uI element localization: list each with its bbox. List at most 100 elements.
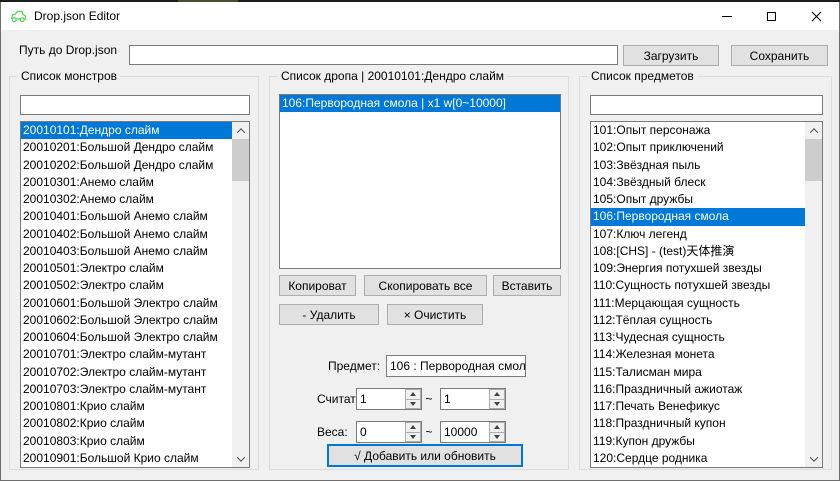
path-input[interactable] <box>129 45 618 65</box>
spinner-up-icon <box>410 425 416 429</box>
scroll-up-button[interactable] <box>232 122 249 139</box>
delete-button[interactable]: - Удалить <box>279 304 379 325</box>
spinner-up-button[interactable] <box>489 389 505 400</box>
list-item[interactable]: 101:Опыт персонажа <box>591 122 805 139</box>
list-item[interactable]: 20010501:Электро слайм <box>21 260 232 277</box>
list-item[interactable]: 20010402:Большой Анемо слайм <box>21 226 232 243</box>
monsters-scrollbar[interactable] <box>232 122 249 467</box>
list-item[interactable]: 20010701:Электро слайм-мутант <box>21 346 232 363</box>
list-item[interactable]: 20010802:Крио слайм <box>21 415 232 432</box>
list-item[interactable]: 109:Энергия потухшей звезды <box>591 260 805 277</box>
count-min-value[interactable]: 1 <box>357 389 405 409</box>
list-item[interactable]: 118:Праздничный купон <box>591 415 805 432</box>
list-item[interactable]: 114:Железная монета <box>591 346 805 363</box>
list-item[interactable]: 106:Первородная смола <box>591 208 805 225</box>
items-list: 101:Опыт персонажа102:Опыт приключений10… <box>591 122 805 467</box>
scroll-up-button[interactable] <box>805 122 822 139</box>
list-item[interactable]: 20010401:Большой Анемо слайм <box>21 208 232 225</box>
list-item[interactable]: 105:Опыт дружбы <box>591 191 805 208</box>
load-button[interactable]: Загрузить <box>623 45 719 66</box>
close-button[interactable] <box>794 2 839 30</box>
spinner-down-icon <box>494 402 500 406</box>
paste-button[interactable]: Вставить <box>493 275 561 296</box>
list-item[interactable]: 106:Первородная смола | x1 w[0~10000] <box>280 95 560 112</box>
list-item[interactable]: 20010403:Большой Анемо слайм <box>21 243 232 260</box>
chevron-up-icon <box>809 128 817 136</box>
list-item[interactable]: 20010202:Большой Дендро слайм <box>21 157 232 174</box>
list-item[interactable]: 20010302:Анемо слайм <box>21 191 232 208</box>
spinner-down-button[interactable] <box>405 400 421 410</box>
list-item[interactable]: 116:Праздничный ажиотаж <box>591 381 805 398</box>
list-item[interactable]: 20010803:Крио слайм <box>21 433 232 450</box>
copy-all-button[interactable]: Скопировать все <box>364 275 487 296</box>
weight-max-value[interactable]: 10000 <box>441 422 489 442</box>
monsters-list: 20010101:Дендро слайм20010201:Большой Де… <box>21 122 232 467</box>
count-max-spinner[interactable]: 1 <box>440 388 506 410</box>
list-item[interactable]: 112:Тёплая сущность <box>591 312 805 329</box>
monsters-listbox: 20010101:Дендро слайм20010201:Большой Де… <box>20 121 250 468</box>
minimize-icon <box>722 16 732 17</box>
scrollbar-thumb[interactable] <box>805 139 822 181</box>
list-item[interactable]: 120:Сердце родника <box>591 450 805 467</box>
spinner-up-button[interactable] <box>405 389 421 400</box>
list-item[interactable]: 111:Мерцающая сущность <box>591 295 805 312</box>
weight-min-value[interactable]: 0 <box>357 422 405 442</box>
list-item[interactable]: 20010602:Большой Электро слайм <box>21 312 232 329</box>
monsters-group-title: Список монстров <box>18 69 120 83</box>
scroll-down-button[interactable] <box>805 450 822 467</box>
spinner-down-button[interactable] <box>489 400 505 410</box>
app-icon <box>10 8 28 24</box>
item-input[interactable]: 106 : Первородная смола <box>386 355 526 377</box>
maximize-button[interactable] <box>749 2 794 30</box>
list-item[interactable]: 20010604:Большой Электро слайм <box>21 329 232 346</box>
list-item[interactable]: 119:Купон дружбы <box>591 433 805 450</box>
drops-group-title: Список дропа | 20010101:Дендро слайм <box>278 69 507 83</box>
items-filter-input[interactable] <box>590 95 823 115</box>
list-item[interactable]: 20010702:Электро слайм-мутант <box>21 364 232 381</box>
save-button[interactable]: Сохранить <box>731 45 828 66</box>
count-min-spinner[interactable]: 1 <box>356 388 422 410</box>
minimize-button[interactable] <box>704 2 749 30</box>
spinner-down-button[interactable] <box>405 433 421 443</box>
items-scrollbar[interactable] <box>805 122 822 467</box>
maximize-icon <box>767 12 776 21</box>
list-item[interactable]: 108:[CHS] - (test)天体推演 <box>591 243 805 260</box>
scroll-down-button[interactable] <box>232 450 249 467</box>
weight-max-spinner[interactable]: 10000 <box>440 421 506 443</box>
list-item[interactable]: 20010502:Электро слайм <box>21 277 232 294</box>
window-title: Drop.json Editor <box>34 9 120 23</box>
list-item[interactable]: 20010301:Анемо слайм <box>21 174 232 191</box>
weight-label: Веса: <box>317 425 348 439</box>
list-item[interactable]: 20010101:Дендро слайм <box>21 122 232 139</box>
list-item[interactable]: 103:Звёздная пыль <box>591 157 805 174</box>
app-window: Drop.json Editor Путь до Drop.json Загру… <box>0 2 840 481</box>
list-item[interactable]: 102:Опыт приключений <box>591 139 805 156</box>
list-item[interactable]: 20010201:Большой Дендро слайм <box>21 139 232 156</box>
add-or-update-button[interactable]: √ Добавить или обновить <box>327 444 523 467</box>
item-label: Предмет: <box>328 359 380 373</box>
monsters-filter-input[interactable] <box>20 95 250 115</box>
close-icon <box>811 11 822 22</box>
weight-min-spinner[interactable]: 0 <box>356 421 422 443</box>
spinner-up-button[interactable] <box>489 422 505 433</box>
list-item[interactable]: 20010901:Большой Крио слайм <box>21 450 232 467</box>
items-listbox: 101:Опыт персонажа102:Опыт приключений10… <box>590 121 823 468</box>
spinner-up-button[interactable] <box>405 422 421 433</box>
list-item[interactable]: 117:Печать Венефикус <box>591 398 805 415</box>
monsters-group: Список монстров 20010101:Дендро слайм200… <box>9 76 259 470</box>
spinner-up-icon <box>494 425 500 429</box>
list-item[interactable]: 110:Сущность потухшей звезды <box>591 277 805 294</box>
copy-button[interactable]: Копироват <box>279 275 356 296</box>
spinner-down-button[interactable] <box>489 433 505 443</box>
list-item[interactable]: 107:Ключ легенд <box>591 226 805 243</box>
scrollbar-thumb[interactable] <box>232 139 249 181</box>
list-item[interactable]: 20010801:Крио слайм <box>21 398 232 415</box>
list-item[interactable]: 113:Чудесная сущность <box>591 329 805 346</box>
count-max-value[interactable]: 1 <box>441 389 489 409</box>
list-item[interactable]: 20010601:Большой Электро слайм <box>21 295 232 312</box>
list-item[interactable]: 20010703:Электро слайм-мутант <box>21 381 232 398</box>
list-item[interactable]: 104:Звёздный блеск <box>591 174 805 191</box>
list-item[interactable]: 115:Талисман мира <box>591 364 805 381</box>
spinner-down-icon <box>410 402 416 406</box>
clear-button[interactable]: × Очистить <box>387 304 483 325</box>
